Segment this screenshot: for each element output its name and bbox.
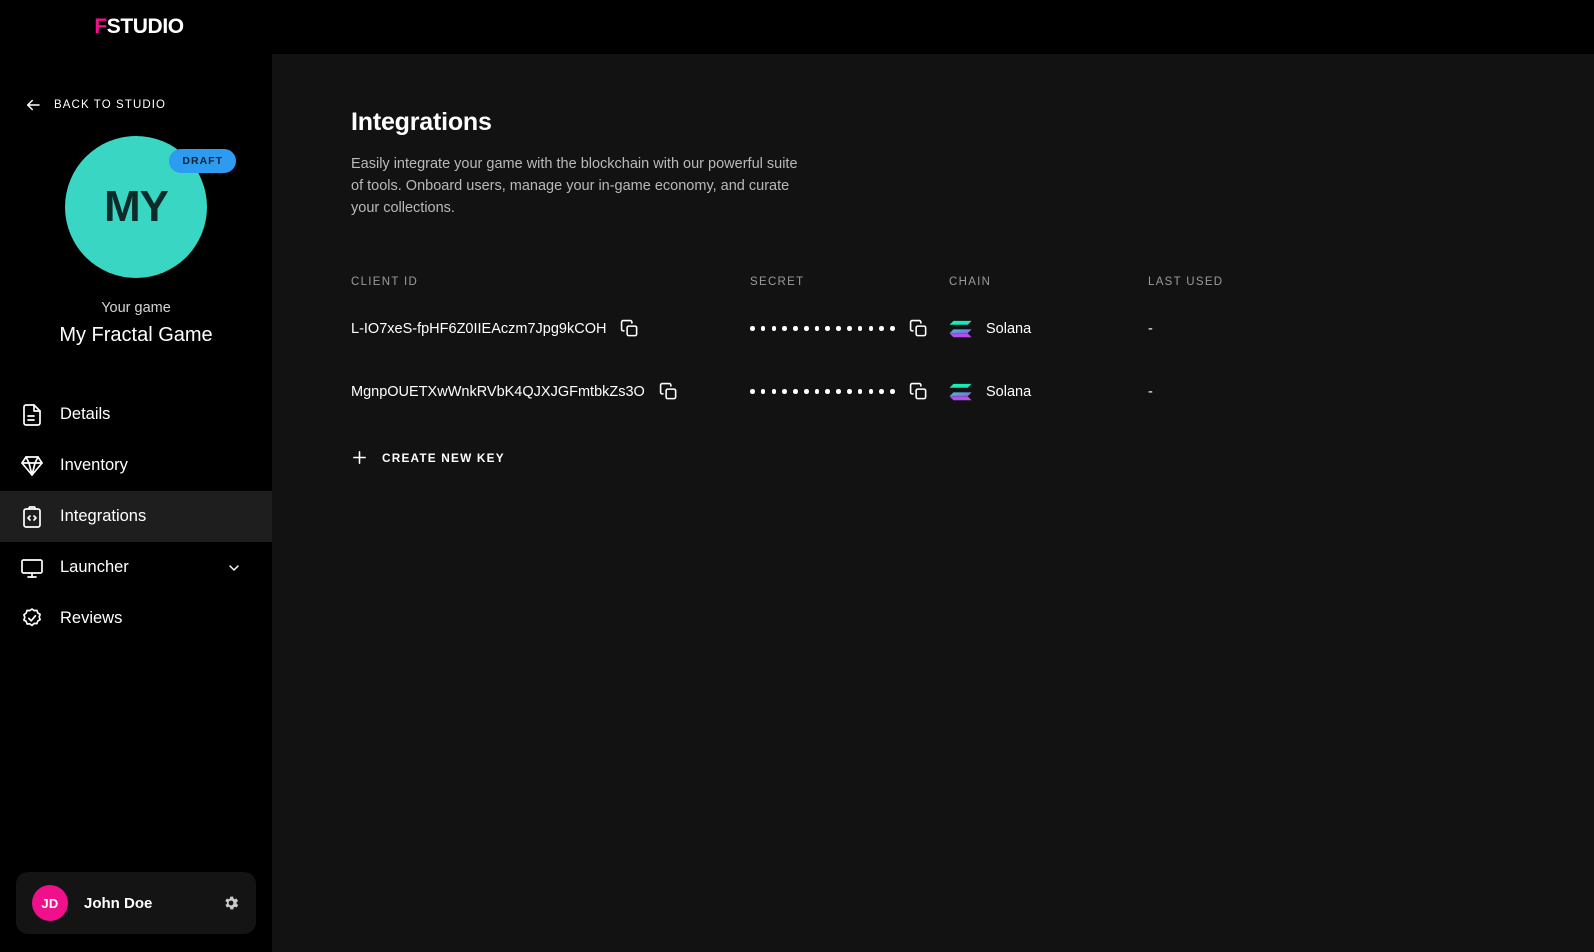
badge-check-icon <box>23 607 41 626</box>
copy-icon[interactable] <box>620 319 639 338</box>
app-root: FSTUDIO BACK TO STUDIO MY DRAFT Your gam… <box>0 0 1594 952</box>
gear-icon[interactable] <box>222 894 240 912</box>
sidebar: FSTUDIO BACK TO STUDIO MY DRAFT Your gam… <box>0 0 272 952</box>
table-header-row: CLIENT ID SECRET CHAIN LAST USED <box>351 267 1251 297</box>
game-avatar-initials: MY <box>104 182 169 231</box>
cell-client-id: L-IO7xeS-fpHF6Z0IIEAczm7Jpg9kCOH <box>351 319 750 338</box>
cell-last-used: - <box>1148 320 1251 338</box>
page-description: Easily integrate your game with the bloc… <box>351 156 798 216</box>
solana-icon <box>949 383 972 400</box>
table-row: MgnpOUETXwWnkRVbK4QJXJGFmtbkZs3O Solana … <box>351 360 1251 423</box>
sidebar-item-details[interactable]: Details <box>0 389 272 440</box>
back-to-studio-link[interactable]: BACK TO STUDIO <box>0 80 272 130</box>
copy-icon[interactable] <box>909 319 928 338</box>
solana-icon <box>949 320 972 337</box>
sidebar-nav: Details Inventory Integrations Launcher … <box>0 389 272 644</box>
column-header-chain: CHAIN <box>949 276 992 288</box>
user-account-card[interactable]: JD John Doe <box>16 872 256 934</box>
chain-value: Solana <box>986 383 1032 400</box>
last-used-value: - <box>1148 320 1153 337</box>
avatar: JD <box>32 885 68 921</box>
sidebar-item-label: Inventory <box>60 456 128 474</box>
game-avatar-wrap: MY DRAFT <box>65 136 236 278</box>
arrow-left-icon <box>27 99 40 111</box>
sidebar-item-label: Reviews <box>60 609 123 627</box>
copy-icon[interactable] <box>909 382 928 401</box>
table-row: L-IO7xeS-fpHF6Z0IIEAczm7Jpg9kCOH Solana … <box>351 297 1251 360</box>
sidebar-item-label: Launcher <box>60 558 129 576</box>
page-title: Integrations <box>351 108 492 136</box>
integrations-page: Integrations Easily integrate your game … <box>351 108 1531 471</box>
create-new-key-button[interactable]: CREATE NEW KEY <box>351 449 505 466</box>
column-header-secret: SECRET <box>750 276 805 288</box>
plus-icon <box>353 451 366 464</box>
copy-icon[interactable] <box>659 382 678 401</box>
code-clipboard-icon <box>23 505 41 528</box>
logo-text: STUDIO <box>106 15 184 38</box>
sidebar-item-integrations[interactable]: Integrations <box>0 491 272 542</box>
sidebar-item-reviews[interactable]: Reviews <box>0 593 272 644</box>
sidebar-item-label: Details <box>60 405 111 423</box>
create-new-key-label: CREATE NEW KEY <box>382 450 505 465</box>
chain-value: Solana <box>986 320 1032 337</box>
back-to-studio-label: BACK TO STUDIO <box>54 99 167 111</box>
app-logo[interactable]: FSTUDIO <box>0 0 272 54</box>
game-title: My Fractal Game <box>59 324 213 346</box>
cell-chain: Solana <box>949 320 1148 338</box>
client-id-value: MgnpOUETXwWnkRVbK4QJXJGFmtbkZs3O <box>351 383 645 400</box>
cell-secret <box>750 319 949 338</box>
game-summary: MY DRAFT Your game My Fractal Game <box>0 136 272 347</box>
gem-icon <box>21 455 43 476</box>
api-keys-table: CLIENT ID SECRET CHAIN LAST USED L-IO7xe… <box>351 267 1251 423</box>
monitor-icon <box>21 558 43 578</box>
game-eyebrow: Your game <box>101 300 171 316</box>
chevron-down-icon[interactable] <box>226 560 242 576</box>
last-used-value: - <box>1148 383 1153 400</box>
user-name: John Doe <box>84 894 153 912</box>
cell-chain: Solana <box>949 383 1148 401</box>
secret-masked-value <box>750 326 895 331</box>
client-id-value: L-IO7xeS-fpHF6Z0IIEAczm7Jpg9kCOH <box>351 320 607 337</box>
sidebar-item-label: Integrations <box>60 507 147 525</box>
cell-client-id: MgnpOUETXwWnkRVbK4QJXJGFmtbkZs3O <box>351 382 750 401</box>
column-header-client-id: CLIENT ID <box>351 276 419 288</box>
status-badge: DRAFT <box>169 149 236 173</box>
sidebar-item-launcher[interactable]: Launcher <box>0 542 272 593</box>
logo-f: F <box>94 15 107 38</box>
column-header-last-used: LAST USED <box>1148 276 1224 288</box>
cell-last-used: - <box>1148 383 1251 401</box>
document-icon <box>23 403 41 426</box>
cell-secret <box>750 382 949 401</box>
secret-masked-value <box>750 389 895 394</box>
avatar-initials: JD <box>41 895 59 911</box>
sidebar-item-inventory[interactable]: Inventory <box>0 440 272 491</box>
